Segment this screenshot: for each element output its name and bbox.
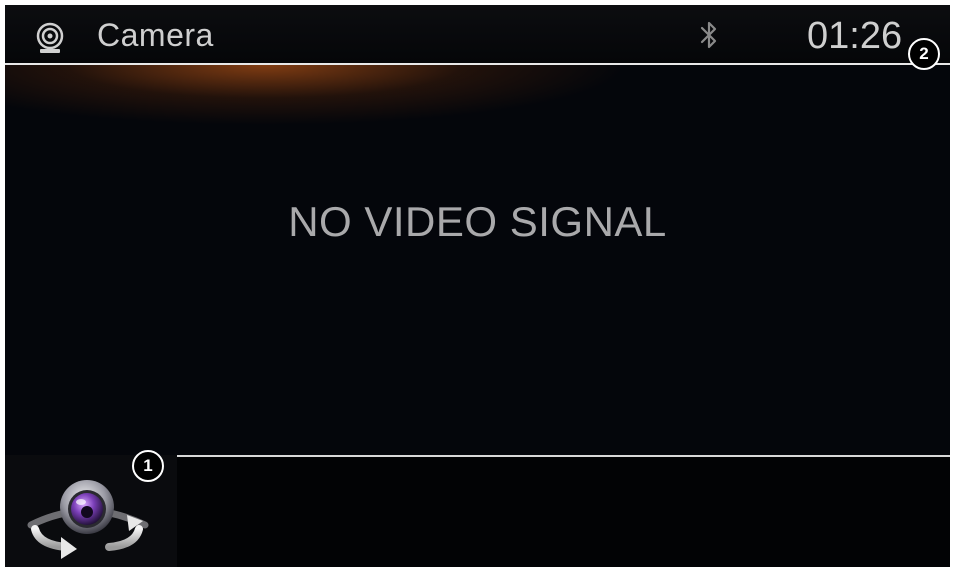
header-glow (5, 65, 950, 135)
bluetooth-icon (698, 19, 720, 51)
camera-screen: Camera 01:26 NO VIDEO SIGNAL (5, 5, 950, 567)
callout-1: 1 (132, 450, 164, 482)
camera-rotate-icon (27, 480, 149, 559)
status-bar: Camera 01:26 (5, 5, 950, 63)
page-title: Camera (97, 17, 214, 53)
clock: 01:26 (807, 15, 903, 57)
camera-icon (33, 21, 67, 55)
no-video-signal-message: NO VIDEO SIGNAL (288, 198, 667, 245)
callout-2: 2 (908, 38, 940, 70)
bottom-divider (177, 455, 950, 457)
